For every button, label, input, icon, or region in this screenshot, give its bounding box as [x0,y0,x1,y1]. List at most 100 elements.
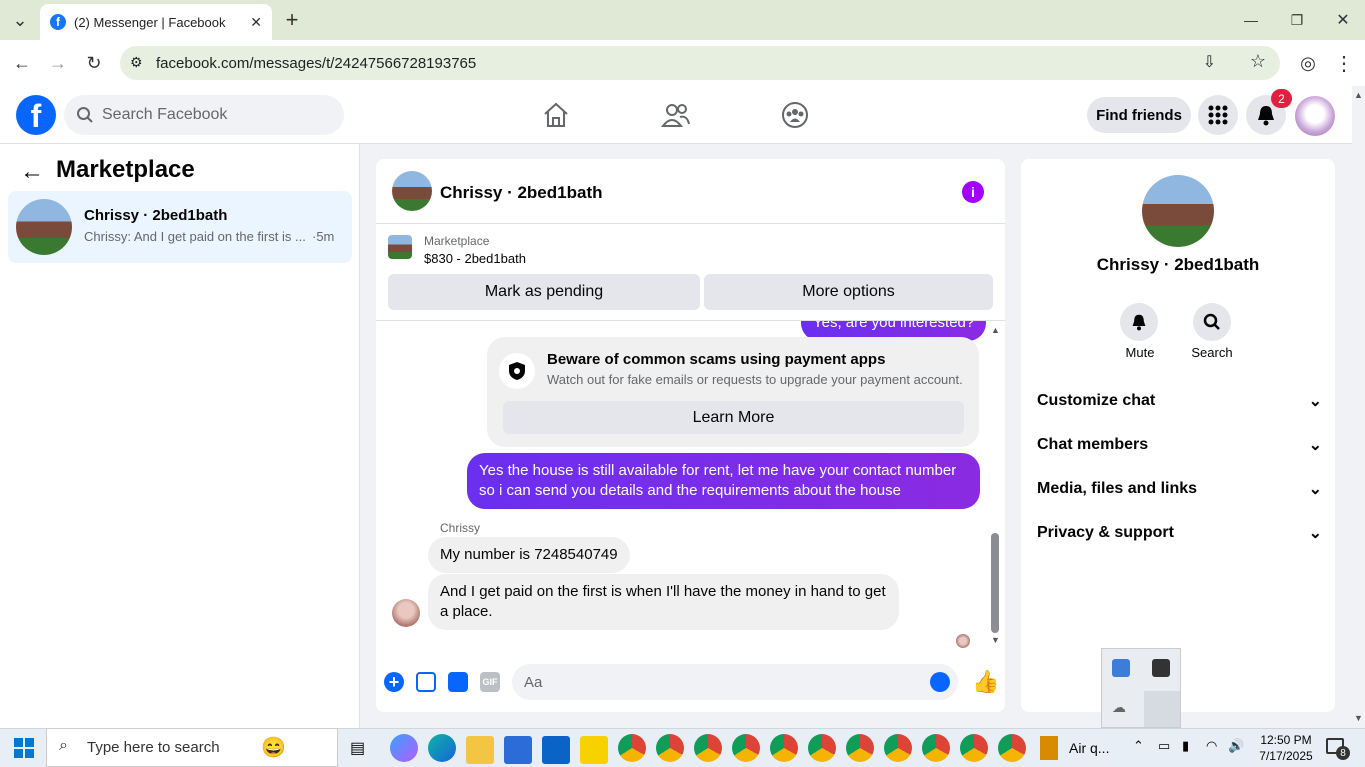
scroll-down-arrow-icon[interactable]: ▼ [991,635,1000,645]
chrome-icon[interactable] [732,734,760,762]
tray-app-icon[interactable] [1112,659,1130,677]
message-input[interactable]: Aa [512,664,958,700]
facebook-logo-icon[interactable]: f [16,95,56,135]
chrome-icon[interactable] [960,734,988,762]
groups-icon[interactable] [775,95,815,135]
mute-bell-icon[interactable] [1120,303,1158,341]
chrome-icon[interactable] [618,734,646,762]
reload-icon[interactable]: ↻ [80,49,108,77]
chrome-icon[interactable] [884,734,912,762]
chrome-icon[interactable] [656,734,684,762]
photo-icon[interactable] [416,672,436,692]
outlook-icon[interactable] [542,736,570,764]
menu-grid-icon[interactable] [1198,95,1238,135]
add-attachment-icon[interactable]: + [384,672,404,692]
battery-icon[interactable]: ▮ [1182,738,1189,754]
sticky-notes-icon[interactable] [580,736,608,764]
taskbar-search-box[interactable]: ⌕ Type here to search 😄 [46,728,338,767]
sender-avatar[interactable] [392,599,420,627]
pen-tray-icon[interactable] [1144,691,1180,727]
chat-avatar[interactable] [392,171,432,211]
weather-icon[interactable] [1040,736,1058,760]
sticker-icon[interactable] [448,672,468,692]
show-hidden-icons-icon[interactable]: ⌃ [1133,738,1144,754]
page-scroll-down-icon[interactable]: ▼ [1354,713,1363,723]
bookmark-star-icon[interactable]: ☆ [1250,51,1266,72]
chevron-down-icon: ⌄ [1308,393,1322,410]
edge-icon[interactable] [428,734,456,762]
copilot-icon[interactable] [390,734,418,762]
scam-title: Beware of common scams using payment app… [547,351,886,368]
browser-tab[interactable]: f (2) Messenger | Facebook ✕ [40,4,272,40]
message-list[interactable]: Yes, are you interested? Beware of commo… [376,321,1005,659]
scroll-up-arrow-icon[interactable]: ▲ [991,325,1000,335]
mute-label: Mute [1125,345,1155,360]
profile-icon[interactable]: ◎ [1294,49,1322,77]
gif-icon[interactable]: GIF [480,672,500,692]
chrome-icon[interactable] [694,734,722,762]
notification-center-badge: 8 [1336,746,1350,760]
tab-search-chevron-icon[interactable]: ⌄ [6,6,34,34]
read-receipt-avatar [956,634,970,648]
chat-members-section[interactable]: Chat members ⌄ [1037,433,1322,457]
profile-name[interactable]: Chrissy · 2bed1bath [1021,255,1335,275]
account-avatar[interactable] [1295,96,1335,136]
forward-icon[interactable]: → [44,49,72,77]
new-tab-icon[interactable]: + [278,6,306,34]
security-tray-icon[interactable] [1152,659,1170,677]
listing-thumbnail [16,199,72,255]
more-options-button[interactable]: More options [704,274,993,310]
conversation-preview: Chrissy: And I get paid on the first is … [84,229,306,244]
facebook-favicon-icon: f [50,14,66,30]
emoji-icon[interactable] [930,672,950,692]
install-app-icon[interactable]: ⇩ [1203,52,1216,72]
chrome-icon[interactable] [998,734,1026,762]
conversation-item[interactable]: Chrissy · 2bed1bath Chrissy: And I get p… [8,191,352,263]
file-explorer-icon[interactable] [466,736,494,764]
back-icon[interactable]: ← [8,49,36,77]
url-bar[interactable]: ⚙ facebook.com/messages/t/24247566728193… [120,46,1280,80]
privacy-support-section[interactable]: Privacy & support ⌄ [1037,521,1322,545]
search-facebook-input[interactable]: Search Facebook [64,95,344,135]
window-close-icon[interactable]: ✕ [1329,6,1357,34]
info-icon[interactable]: i [962,181,984,203]
windows-start-icon[interactable] [14,738,34,758]
browser-menu-icon[interactable]: ⋮ [1330,49,1358,77]
scam-body: Watch out for fake emails or requests to… [547,372,963,387]
chrome-icon[interactable] [770,734,798,762]
home-icon[interactable] [536,95,576,135]
thumbs-up-icon[interactable]: 👍 [972,669,999,695]
friends-icon[interactable] [656,95,696,135]
chat-scrollbar[interactable] [991,533,999,633]
back-arrow-icon[interactable]: ← [20,158,44,186]
chat-title[interactable]: Chrissy · 2bed1bath [440,183,603,203]
minimize-icon[interactable]: — [1237,6,1265,34]
mark-as-pending-button[interactable]: Mark as pending [388,274,700,310]
chrome-icon[interactable] [922,734,950,762]
chrome-icon[interactable] [808,734,836,762]
restore-icon[interactable]: ❐ [1283,6,1311,34]
chrome-icon[interactable] [846,734,874,762]
search-placeholder: Search Facebook [102,106,228,123]
weather-text[interactable]: Air q... [1069,740,1109,756]
meet-icon[interactable]: ▭ [1158,738,1170,754]
learn-more-button[interactable]: Learn More [503,401,964,434]
search-conversation-icon[interactable] [1193,303,1231,341]
media-files-links-section[interactable]: Media, files and links ⌄ [1037,477,1322,501]
customize-chat-section[interactable]: Customize chat ⌄ [1037,389,1322,413]
volume-icon[interactable]: 🔊 [1228,738,1244,754]
search-highlight-icon[interactable]: 😄 [261,735,286,760]
profile-photo[interactable] [1142,175,1214,247]
clock[interactable]: 12:50 PM 7/17/2025 [1254,732,1318,764]
task-view-icon[interactable]: ▤ [350,738,370,758]
store-icon[interactable] [504,736,532,764]
tab-close-icon[interactable]: ✕ [250,14,262,31]
find-friends-button[interactable]: Find friends [1087,97,1191,133]
cloud-offline-icon[interactable]: ☁ [1112,699,1130,717]
site-settings-icon[interactable]: ⚙ [130,54,143,71]
listing-title[interactable]: $830 - 2bed1bath [424,251,526,266]
wifi-icon[interactable]: ◠ [1206,738,1217,754]
page-scroll-up-icon[interactable]: ▲ [1354,90,1363,100]
search-icon [77,107,93,123]
section-label: Customize chat [1037,392,1156,409]
